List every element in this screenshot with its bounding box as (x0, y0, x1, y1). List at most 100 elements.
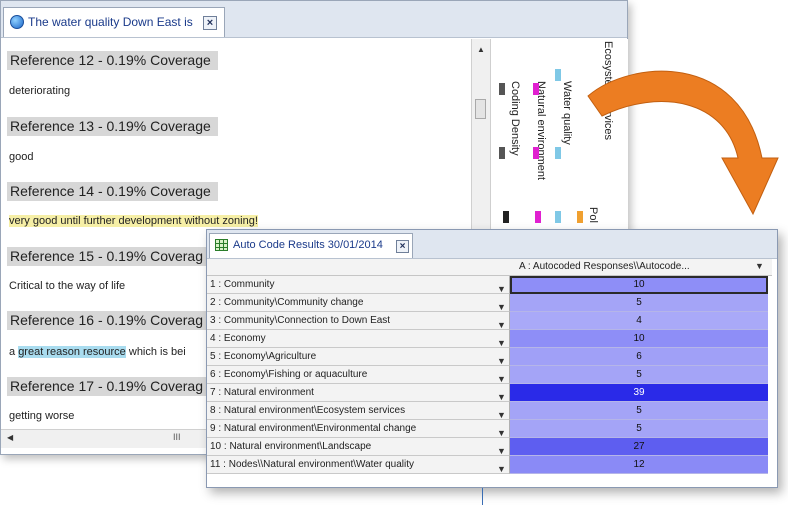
matrix-cell[interactable]: 27 (510, 438, 768, 456)
table-row[interactable]: 7 : Natural environment ▼ 39 (207, 384, 772, 402)
reference-heading: Reference 14 - 0.19% Coverage (7, 182, 218, 201)
row-header[interactable]: 5 : Economy\Agriculture ▼ (207, 348, 510, 366)
row-header-label: 5 : Economy\Agriculture (210, 351, 317, 362)
water-quality-swatch (555, 69, 561, 81)
row-header[interactable]: 1 : Community ▼ (207, 276, 510, 294)
filter-icon[interactable]: ▼ (497, 370, 506, 383)
row-header-label: 6 : Economy\Fishing or aquaculture (210, 369, 368, 380)
row-header-label: 11 : Nodes\\Natural environment\Water qu… (210, 459, 414, 470)
stripe-segment (499, 147, 505, 159)
row-header[interactable]: 2 : Community\Community change ▼ (207, 294, 510, 312)
text-post: which is bei (125, 346, 186, 358)
filter-icon[interactable]: ▼ (497, 406, 506, 419)
table-row[interactable]: 11 : Nodes\\Natural environment\Water qu… (207, 456, 772, 474)
node-globe-icon (10, 15, 24, 29)
tab-strip: The water quality Down East is × (1, 1, 627, 38)
natural-environment-label: Natural environment (535, 81, 547, 181)
matrix-cell[interactable]: 5 (510, 366, 768, 384)
column-header-row: A : Autocoded Responses\\Autocode... ▼ (207, 259, 772, 276)
text-cursor (482, 488, 483, 505)
matrix-cell[interactable]: 10 (510, 330, 768, 348)
auto-code-results-window: Auto Code Results 30/01/2014 × A : Autoc… (206, 229, 778, 488)
coding-density-swatch (499, 83, 505, 95)
filter-icon[interactable]: ▼ (497, 460, 506, 473)
callout-arrow-icon (587, 70, 779, 216)
row-header[interactable]: 11 : Nodes\\Natural environment\Water qu… (207, 456, 510, 474)
table-row[interactable]: 5 : Economy\Agriculture ▼ 6 (207, 348, 772, 366)
row-header-label: 8 : Natural environment\Ecosystem servic… (210, 405, 406, 416)
filter-icon[interactable]: ▼ (497, 298, 506, 311)
table-row[interactable]: 1 : Community ▼ 10 (207, 276, 772, 294)
stripe-segment (555, 211, 561, 223)
row-header-label: 7 : Natural environment (210, 387, 314, 398)
row-header[interactable]: 4 : Economy ▼ (207, 330, 510, 348)
reference-text: good (9, 151, 34, 163)
matrix-cell[interactable]: 10 (510, 276, 768, 294)
filter-icon[interactable]: ▼ (497, 442, 506, 455)
scroll-left-icon[interactable]: ◀ (7, 433, 13, 442)
tab-auto-code-results[interactable]: Auto Code Results 30/01/2014 × (209, 233, 413, 258)
row-header-label: 1 : Community (210, 279, 275, 290)
row-header[interactable]: 7 : Natural environment ▼ (207, 384, 510, 402)
row-header-label: 10 : Natural environment\Landscape (210, 441, 372, 452)
stripe-segment (535, 211, 541, 223)
filter-icon[interactable]: ▼ (497, 280, 506, 293)
matrix-cell[interactable]: 6 (510, 348, 768, 366)
column-header-label: A : Autocoded Responses\\Autocode... (519, 261, 690, 272)
table-row[interactable]: 4 : Economy ▼ 10 (207, 330, 772, 348)
row-header[interactable]: 10 : Natural environment\Landscape ▼ (207, 438, 510, 456)
filter-icon[interactable]: ▼ (497, 388, 506, 401)
tab-water-quality-document[interactable]: The water quality Down East is × (3, 7, 225, 37)
table-row[interactable]: 8 : Natural environment\Ecosystem servic… (207, 402, 772, 420)
filter-icon[interactable]: ▼ (497, 352, 506, 365)
filter-icon[interactable]: ▼ (755, 261, 764, 271)
reference-text: getting worse (9, 410, 75, 422)
reference-heading: Reference 17 - 0.19% Coverag (7, 377, 218, 396)
matrix-cell[interactable]: 39 (510, 384, 768, 402)
row-header-label: 4 : Economy (210, 333, 266, 344)
matrix-cell[interactable]: 12 (510, 456, 768, 474)
coding-density-label: Coding Density (509, 81, 521, 156)
filter-icon[interactable]: ▼ (497, 316, 506, 329)
row-header-label: 2 : Community\Community change (210, 297, 364, 308)
table-row[interactable]: 3 : Community\Connection to Down East ▼ 4 (207, 312, 772, 330)
matrix-cell[interactable]: 5 (510, 402, 768, 420)
matrix-cell[interactable]: 4 (510, 312, 768, 330)
close-icon[interactable]: × (203, 16, 217, 30)
scroll-thumb[interactable] (475, 99, 486, 119)
filter-icon[interactable]: ▼ (497, 334, 506, 347)
reference-heading: Reference 12 - 0.19% Coverage (7, 51, 218, 70)
text-pre: a (9, 346, 19, 358)
results-tab-strip: Auto Code Results 30/01/2014 × (207, 230, 777, 259)
stripe-segment (503, 211, 509, 223)
filter-icon[interactable]: ▼ (497, 424, 506, 437)
reference-text: deteriorating (9, 85, 71, 97)
table-row[interactable]: 2 : Community\Community change ▼ 5 (207, 294, 772, 312)
reference-text: Critical to the way of life (9, 280, 126, 292)
scroll-grip[interactable]: III (173, 432, 181, 442)
reference-text-highlighted: very good until further development with… (9, 215, 258, 227)
stripe-segment (555, 147, 561, 159)
table-row[interactable]: 9 : Natural environment\Environmental ch… (207, 420, 772, 438)
natural-environment-swatch (533, 83, 539, 95)
matrix-cell[interactable]: 5 (510, 420, 768, 438)
reference-text: a great reason resource which is bei (9, 346, 186, 358)
tab-label: The water quality Down East is (28, 15, 193, 29)
column-header[interactable]: A : Autocoded Responses\\Autocode... (515, 259, 768, 275)
row-header[interactable]: 6 : Economy\Fishing or aquaculture ▼ (207, 366, 510, 384)
row-header[interactable]: 8 : Natural environment\Ecosystem servic… (207, 402, 510, 420)
row-header[interactable]: 9 : Natural environment\Environmental ch… (207, 420, 510, 438)
tab-label: Auto Code Results 30/01/2014 (233, 239, 383, 251)
close-icon[interactable]: × (396, 240, 409, 253)
stripe-segment (533, 147, 539, 159)
reference-heading: Reference 15 - 0.19% Coverag (7, 247, 218, 266)
matrix-cell[interactable]: 5 (510, 294, 768, 312)
row-header-label: 9 : Natural environment\Environmental ch… (210, 423, 417, 434)
matrix-grid-icon (215, 239, 228, 251)
reference-heading: Reference 16 - 0.19% Coverag (7, 311, 218, 330)
table-row[interactable]: 10 : Natural environment\Landscape ▼ 27 (207, 438, 772, 456)
highlighted-coding: great reason resource (18, 346, 126, 358)
row-header[interactable]: 3 : Community\Connection to Down East ▼ (207, 312, 510, 330)
table-row[interactable]: 6 : Economy\Fishing or aquaculture ▼ 5 (207, 366, 772, 384)
scroll-up-icon[interactable]: ▲ (477, 45, 485, 54)
